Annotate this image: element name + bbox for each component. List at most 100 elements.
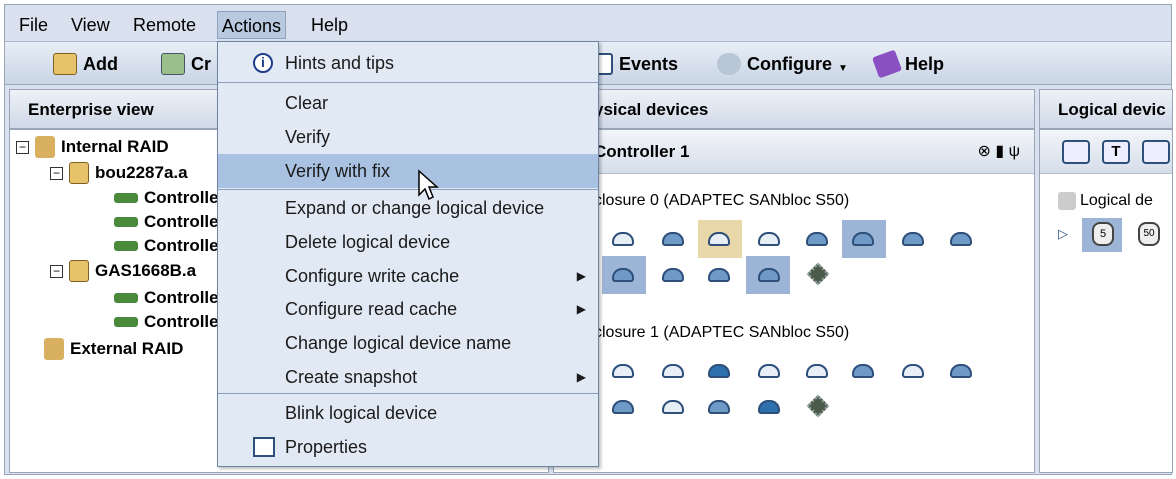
menu-item-clear[interactable]: Clear <box>218 86 598 120</box>
menu-help[interactable]: Help <box>307 11 352 39</box>
tree-label: Internal RAID <box>61 137 169 156</box>
tree-host-bou2287a[interactable]: − bou2287a.a <box>50 162 188 184</box>
tree-controller[interactable]: Controlle <box>114 236 219 256</box>
menu-item-delete[interactable]: Delete logical device <box>218 225 598 259</box>
tree-label: Controlle <box>144 188 219 207</box>
logical-device-icon <box>1058 192 1076 210</box>
enclosure-chip-icon[interactable] <box>806 394 830 418</box>
menu-remote[interactable]: Remote <box>129 11 200 39</box>
logical-devices-label: Logical de <box>1058 192 1153 210</box>
menu-separator <box>218 393 598 394</box>
menu-item-blink[interactable]: Blink logical device <box>218 396 598 430</box>
disk-icon[interactable] <box>612 268 634 282</box>
tree-controller[interactable]: Controlle <box>114 288 219 308</box>
disk-icon[interactable] <box>950 364 972 378</box>
tree-controller[interactable]: Controlle <box>114 188 219 208</box>
tree-label: GAS1668B.a <box>95 261 197 280</box>
list-view-icon[interactable] <box>1142 140 1170 164</box>
logical-view-toolbar: T <box>1040 130 1172 174</box>
menu-item-expand[interactable]: Expand or change logical device <box>218 191 598 225</box>
submenu-arrow-icon: ▶ <box>576 302 586 316</box>
mouse-cursor-icon <box>418 169 439 201</box>
menu-item-label: Blink logical device <box>285 403 438 423</box>
menu-item-change-name[interactable]: Change logical device name <box>218 326 598 360</box>
disk-icon[interactable] <box>662 268 684 282</box>
create-label: Cr <box>191 54 212 74</box>
menu-file[interactable]: File <box>15 11 52 39</box>
menu-item-label: Properties <box>285 437 368 457</box>
disk-icon[interactable] <box>612 232 634 246</box>
menu-item-properties[interactable]: Properties <box>218 430 598 464</box>
chevron-down-icon: ▼ <box>838 63 848 74</box>
add-button[interactable]: Add <box>53 50 118 78</box>
collapse-icon[interactable]: − <box>50 264 63 278</box>
disk-icon[interactable] <box>708 232 730 246</box>
configure-label: Configure <box>747 54 832 74</box>
disk-icon[interactable] <box>852 364 874 378</box>
logical-devices-panel: T Logical de ▷ 5 50 <box>1039 129 1173 473</box>
disk-icon[interactable] <box>902 232 924 246</box>
tree-internal-raid[interactable]: − Internal RAID <box>16 136 169 158</box>
disk-icon[interactable] <box>806 364 828 378</box>
disk-icon[interactable] <box>758 364 780 378</box>
menu-view[interactable]: View <box>67 11 114 39</box>
physical-devices-header: ysical devices <box>553 89 1035 129</box>
tree-label: Controlle <box>144 312 219 331</box>
disk-icon[interactable] <box>852 232 874 246</box>
disk-icon[interactable] <box>902 364 924 378</box>
actions-menu: i Hints and tips Clear Verify Verify wit… <box>217 41 599 467</box>
raid-icon <box>35 136 55 158</box>
menu-actions[interactable]: Actions <box>217 11 287 39</box>
controller-icon <box>114 317 138 327</box>
disk-icon[interactable] <box>708 268 730 282</box>
menu-item-verify-with-fix[interactable]: Verify with fix <box>218 154 598 188</box>
collapse-icon[interactable]: − <box>16 140 29 154</box>
disk-icon[interactable] <box>758 232 780 246</box>
menu-separator <box>218 82 598 83</box>
controller-bar: Controller 1 ⊗ ▮ ψ <box>554 130 1034 174</box>
tree-label: Controlle <box>144 236 219 255</box>
tree-controller[interactable]: Controlle <box>114 212 219 232</box>
collapse-icon[interactable]: − <box>50 166 63 180</box>
tree-label: Controlle <box>144 212 219 231</box>
disk-icon[interactable] <box>758 268 780 282</box>
menu-item-read-cache[interactable]: Configure read cache ▶ <box>218 292 598 326</box>
disk-icon[interactable] <box>708 364 730 378</box>
events-button[interactable]: Events <box>595 50 678 78</box>
controller-label: Controller 1 <box>594 142 690 161</box>
create-button[interactable]: Cr <box>161 50 211 78</box>
disk-icon[interactable] <box>612 400 634 414</box>
server-icon <box>69 162 89 184</box>
configure-button[interactable]: Configure ▼ <box>717 50 848 78</box>
menu-item-write-cache[interactable]: Configure write cache ▶ <box>218 259 598 293</box>
menu-item-snapshot[interactable]: Create snapshot ▶ <box>218 360 598 394</box>
menu-item-label: Configure read cache <box>285 299 458 319</box>
menu-item-label: Configure write cache <box>285 266 460 286</box>
disk-icon[interactable] <box>950 232 972 246</box>
controller-icon <box>114 293 138 303</box>
properties-icon <box>253 437 275 457</box>
menu-item-hints[interactable]: i Hints and tips <box>218 46 598 80</box>
tree-external-raid[interactable]: External RAID <box>44 338 183 360</box>
disk-icon[interactable] <box>708 400 730 414</box>
disk-icon[interactable] <box>758 400 780 414</box>
menu-item-label: Create snapshot <box>285 367 418 387</box>
disk-icon[interactable] <box>806 232 828 246</box>
disk-icon[interactable] <box>662 364 684 378</box>
tree-controller[interactable]: Controlle <box>114 312 219 332</box>
menu-item-label: Expand or change logical device <box>285 198 545 218</box>
disk-view-icon[interactable] <box>1062 140 1090 164</box>
logical-device-50[interactable]: 50 <box>1138 222 1160 246</box>
disk-icon[interactable] <box>662 400 684 414</box>
menu-item-verify[interactable]: Verify <box>218 120 598 154</box>
tree-host-gas1668b[interactable]: − GAS1668B.a <box>50 260 196 282</box>
help-button[interactable]: Help <box>871 49 944 79</box>
disk-icon[interactable] <box>662 232 684 246</box>
disk-icon[interactable] <box>612 364 634 378</box>
logical-device-5[interactable]: 5 <box>1092 222 1114 246</box>
text-view-icon[interactable]: T <box>1102 140 1130 164</box>
add-label: Add <box>83 54 118 74</box>
enclosure-chip-icon[interactable] <box>806 262 830 286</box>
menu-item-label: Verify <box>285 127 331 147</box>
expand-arrow-icon[interactable]: ▷ <box>1058 226 1068 242</box>
